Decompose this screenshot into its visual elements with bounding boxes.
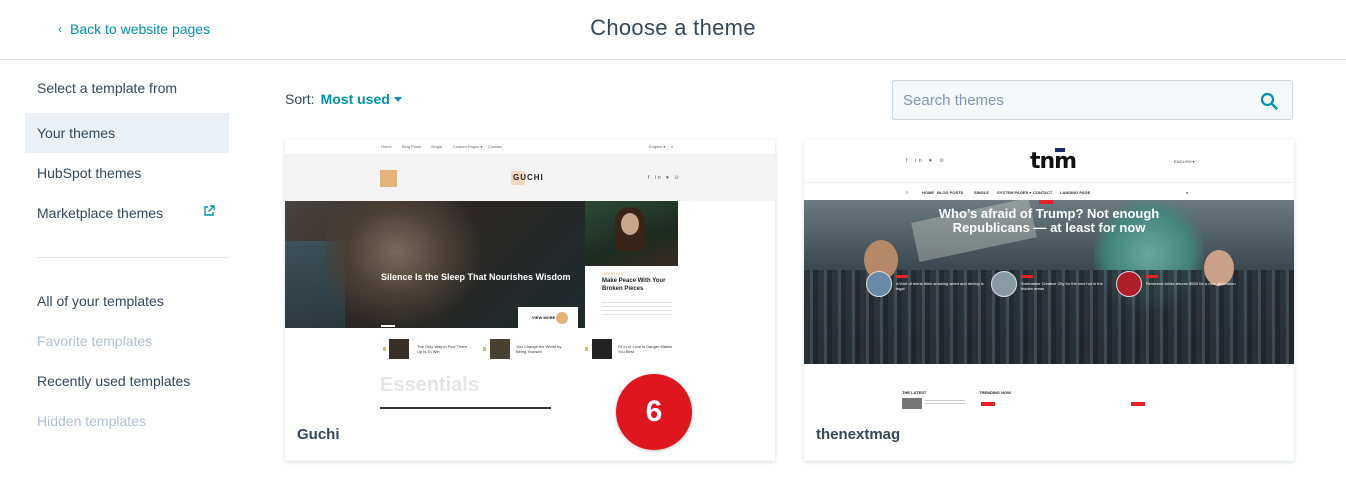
preview-latest-label: THE LATEST	[902, 390, 927, 395]
preview-nav-item: Single	[431, 144, 443, 149]
search-box	[892, 80, 1293, 120]
sidebar-item-your-themes[interactable]: Your themes	[25, 113, 229, 153]
preview-nav-item: LANDING PAGE	[1060, 190, 1091, 195]
preview-trending-label: TRENDING NOW	[979, 390, 1011, 395]
sidebar-item-favorite-templates: Favorite templates	[37, 333, 153, 349]
preview-search-icon: ⌕	[1186, 190, 1189, 195]
preview-hero-title: Who’s afraid of Trump? Not enough Republ…	[938, 206, 1160, 235]
preview-row-text: Fit in or Love is Danger Makes You Best	[618, 344, 673, 354]
preview-hero-title: Silence Is the Sleep That Nourishes Wisd…	[381, 272, 571, 282]
preview-nav-item: Contact	[488, 144, 502, 149]
sort-control: Sort: Most used	[285, 91, 402, 107]
preview-view-more-label: VIEW MORE	[532, 315, 556, 320]
theme-name: Guchi	[297, 426, 340, 443]
preview-language: ENGLISH ▾	[1174, 159, 1195, 164]
preview-header: GUCHI f in ♥ ⊙	[285, 155, 775, 201]
preview-nav-item: Home	[381, 144, 392, 149]
preview-nav-item: BLOG POSTS	[937, 190, 964, 195]
theme-card-guchi[interactable]: Home Blog Posts Single Custom Pages ▾ Co…	[285, 140, 775, 461]
sidebar-heading: Select a template from	[37, 80, 178, 96]
preview-nav-item: SINGLE	[974, 190, 989, 195]
sidebar-item-hubspot-themes[interactable]: HubSpot themes	[25, 153, 229, 193]
preview-header: f in ♥ ⊙ tnm ENGLISH ▾	[804, 140, 1294, 182]
preview-nav: ≡ HOME BLOG POSTS SINGLE SYSTEM PAGES ▾ …	[804, 182, 1294, 200]
sort-value: Most used	[320, 91, 390, 107]
preview-nav-item: SYSTEM PAGES ▾	[997, 190, 1032, 195]
theme-name: thenextmag	[816, 426, 901, 443]
preview-nav-item: CONTACT	[1033, 190, 1053, 195]
preview-side-title: Make Peace With Your Broken Pieces	[602, 278, 666, 292]
step-number-badge: 6	[616, 374, 692, 450]
theme-card-thenextmag[interactable]: f in ♥ ⊙ tnm ENGLISH ▾ ≡ HOME BLOG POSTS…	[804, 140, 1294, 461]
preview-row-text: The Only Way to Find Them Up Is To Win	[417, 344, 467, 354]
sidebar-item-label: Marketplace themes	[37, 205, 164, 221]
sidebar-item-recently-used-templates[interactable]: Recently used templates	[25, 361, 229, 401]
preview-side-tag: LIFESTYLE	[602, 271, 624, 276]
theme-preview-thenextmag: f in ♥ ⊙ tnm ENGLISH ▾ ≡ HOME BLOG POSTS…	[804, 140, 1294, 409]
search-themes-input[interactable]	[903, 81, 1243, 119]
preview-side-text	[602, 302, 672, 316]
preview-search-icon: ⌕	[671, 144, 674, 149]
top-bar: ‹ Back to website pages Choose a theme	[0, 0, 1346, 60]
theme-preview-guchi: Home Blog Posts Single Custom Pages ▾ Co…	[285, 140, 775, 409]
preview-section-title: Essentials	[380, 374, 479, 396]
preview-menu-icon: ≡	[906, 190, 909, 195]
preview-side-image	[585, 201, 678, 266]
caret-down-icon	[393, 96, 402, 102]
preview-nav-item: Custom Pages ▾	[453, 144, 483, 149]
sidebar-item-all-templates[interactable]: All of your templates	[25, 281, 229, 321]
preview-sub-story-text: Reverend Arlida returns $500 for a new g…	[1146, 281, 1236, 286]
sidebar-item-hidden-templates: Hidden templates	[37, 413, 146, 429]
preview-nav-item: Blog Posts	[402, 144, 422, 149]
preview-sub-story-text: A third of teens think smoking weed and …	[896, 281, 984, 291]
preview-row-text: You Change the World by Being Yourself	[516, 344, 562, 354]
preview-logo: GUCHI	[513, 173, 544, 182]
sort-label: Sort:	[285, 91, 315, 107]
preview-menu-icon	[380, 170, 397, 187]
preview-nav-item: HOME	[922, 190, 934, 195]
sidebar-item-marketplace-themes[interactable]: Marketplace themes	[25, 193, 229, 233]
preview-view-more: VIEW MORE	[518, 307, 578, 329]
search-icon[interactable]	[1260, 92, 1278, 110]
sort-dropdown[interactable]: Most used	[321, 91, 402, 107]
preview-social-icons: f in ♥ ⊙	[906, 158, 947, 164]
external-link-icon	[204, 205, 215, 216]
preview-sub-story-text: Submarine Creative City for the new hot …	[1021, 281, 1103, 291]
preview-social-icons: f in ♥ ⊙	[648, 175, 681, 181]
preview-logo: tnm	[1030, 149, 1077, 174]
page-title: Choose a theme	[590, 15, 756, 40]
preview-nav: Home Blog Posts Single Custom Pages ▾ Co…	[285, 140, 775, 155]
sidebar-divider	[37, 257, 229, 258]
preview-nav-item: English ▾	[649, 144, 666, 149]
